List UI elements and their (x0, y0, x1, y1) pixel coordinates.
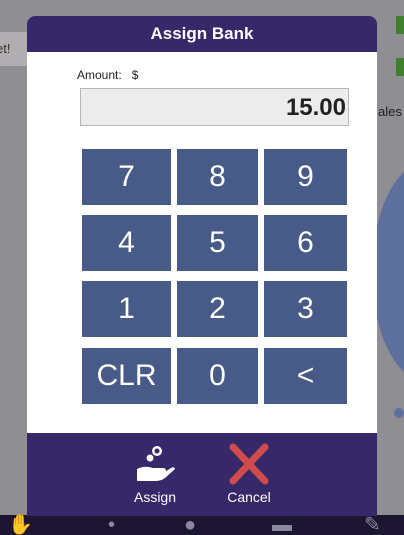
background-dot (394, 408, 404, 418)
dialog-title: Assign Bank (27, 16, 377, 52)
cancel-button[interactable]: Cancel (214, 443, 284, 507)
key-backspace[interactable]: < (264, 348, 347, 404)
amount-label: Amount: $ (77, 68, 148, 82)
key-6[interactable]: 6 (264, 215, 347, 271)
close-x-icon (214, 443, 284, 485)
nav-edit-icon: ✎ (364, 514, 381, 535)
currency-symbol: $ (131, 68, 139, 82)
screen: et! ales b ✋ • ● ▬ ✎ Assign Bank Amount:… (0, 0, 404, 535)
nav-printer-icon: ▬ (272, 514, 292, 535)
assign-bank-dialog: Assign Bank Amount: $ 15.00 7 8 9 4 5 6 1… (27, 16, 377, 516)
background-green-button (396, 16, 404, 34)
assign-label: Assign (133, 489, 177, 505)
dialog-footer: Assign Cancel (27, 433, 377, 516)
key-1[interactable]: 1 (82, 281, 171, 337)
key-5[interactable]: 5 (177, 215, 258, 271)
hand-coins-icon (120, 443, 190, 485)
nav-piggy-icon: ● (184, 514, 197, 535)
nav-coins-icon: • (108, 514, 116, 535)
key-4[interactable]: 4 (82, 215, 171, 271)
key-clear[interactable]: CLR (82, 348, 171, 404)
key-8[interactable]: 8 (177, 149, 258, 205)
background-text: ales b (378, 104, 404, 119)
background-green-button (396, 58, 404, 76)
amount-label-text: Amount: (77, 68, 122, 82)
key-7[interactable]: 7 (82, 149, 171, 205)
background-bottom-nav (0, 515, 404, 535)
key-0[interactable]: 0 (177, 348, 258, 404)
cancel-label: Cancel (227, 489, 271, 505)
key-9[interactable]: 9 (264, 149, 347, 205)
key-2[interactable]: 2 (177, 281, 258, 337)
assign-button[interactable]: Assign (120, 443, 190, 507)
background-banner: et! (0, 32, 30, 66)
key-3[interactable]: 3 (264, 281, 347, 337)
amount-display[interactable]: 15.00 (80, 88, 349, 126)
nav-hands-icon: ✋ (8, 514, 33, 535)
